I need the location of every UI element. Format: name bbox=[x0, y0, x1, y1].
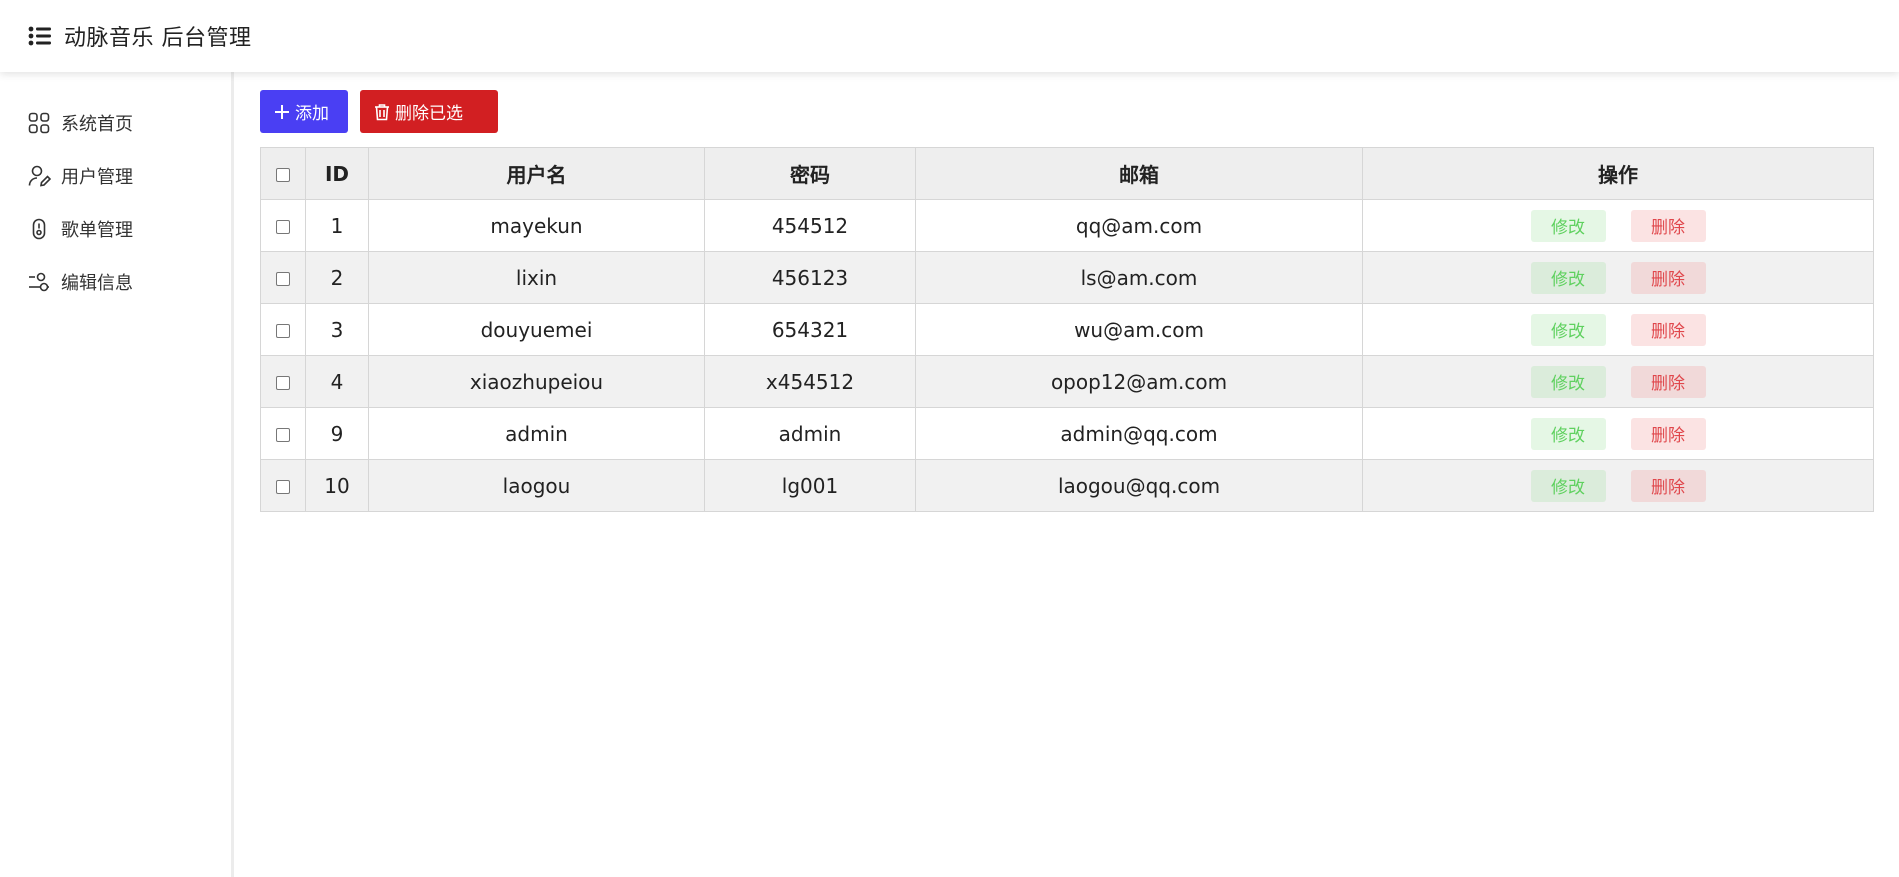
cell-actions: 修改 删除 bbox=[1362, 407, 1874, 460]
sidebar-item-label: 系统首页 bbox=[61, 113, 133, 135]
cell-email: qq@am.com bbox=[915, 199, 1363, 252]
cell-password: 654321 bbox=[704, 303, 916, 356]
plus-icon bbox=[275, 104, 289, 119]
list-menu-icon[interactable] bbox=[28, 26, 52, 46]
table-row: 4 xiaozhupeiou x454512 opop12@am.com 修改 删除 bbox=[260, 355, 1874, 408]
sidebar-item-label: 歌单管理 bbox=[61, 219, 133, 241]
cell-username: douyuemei bbox=[368, 303, 705, 356]
row-checkbox[interactable] bbox=[276, 220, 290, 234]
cell-actions: 修改 删除 bbox=[1362, 459, 1874, 512]
add-button-label: 添加 bbox=[295, 104, 329, 124]
cell-password: admin bbox=[704, 407, 916, 460]
sidebar: 系统首页 用户管理 歌单管理 编辑信息 bbox=[0, 72, 234, 877]
delete-selected-label: 删除已选 bbox=[395, 104, 463, 124]
cell-password: lg001 bbox=[704, 459, 916, 512]
sidebar-item-label: 用户管理 bbox=[61, 166, 133, 188]
cell-email: opop12@am.com bbox=[915, 355, 1363, 408]
cell-actions: 修改 删除 bbox=[1362, 199, 1874, 252]
cell-email: admin@qq.com bbox=[915, 407, 1363, 460]
delete-button[interactable]: 删除 bbox=[1630, 313, 1706, 346]
delete-selected-button[interactable]: 删除已选 bbox=[360, 90, 498, 133]
delete-button[interactable]: 删除 bbox=[1630, 209, 1706, 242]
edit-button[interactable]: 修改 bbox=[1530, 365, 1606, 398]
cell-email: laogou@qq.com bbox=[915, 459, 1363, 512]
cell-password: x454512 bbox=[704, 355, 916, 408]
row-checkbox[interactable] bbox=[276, 480, 290, 494]
delete-button[interactable]: 删除 bbox=[1630, 365, 1706, 398]
sidebar-item-edit-info[interactable]: 编辑信息 bbox=[0, 255, 231, 308]
row-select-cell[interactable] bbox=[260, 199, 306, 252]
cell-password: 456123 bbox=[704, 251, 916, 304]
mic-icon bbox=[32, 218, 46, 239]
cell-id: 4 bbox=[305, 355, 369, 408]
sliders-icon bbox=[29, 272, 49, 291]
table-row: 2 lixin 456123 ls@am.com 修改 删除 bbox=[260, 251, 1874, 304]
grid-icon bbox=[28, 112, 50, 133]
cell-actions: 修改 删除 bbox=[1362, 251, 1874, 304]
cell-username: xiaozhupeiou bbox=[368, 355, 705, 408]
header-id: ID bbox=[305, 147, 369, 200]
toolbar: 添加 删除已选 bbox=[260, 90, 1874, 133]
header-actions: 操作 bbox=[1362, 147, 1874, 200]
header-password: 密码 bbox=[704, 147, 916, 200]
delete-button[interactable]: 删除 bbox=[1630, 261, 1706, 294]
row-checkbox[interactable] bbox=[276, 324, 290, 338]
table-row: 3 douyuemei 654321 wu@am.com 修改 删除 bbox=[260, 303, 1874, 356]
add-button[interactable]: 添加 bbox=[260, 90, 348, 133]
user-edit-icon bbox=[28, 165, 51, 186]
cell-actions: 修改 删除 bbox=[1362, 303, 1874, 356]
delete-button[interactable]: 删除 bbox=[1630, 417, 1706, 450]
cell-id: 2 bbox=[305, 251, 369, 304]
sidebar-item-label: 编辑信息 bbox=[61, 272, 133, 294]
sidebar-item-users[interactable]: 用户管理 bbox=[0, 149, 231, 202]
header-email: 邮箱 bbox=[915, 147, 1363, 200]
trash-icon bbox=[375, 103, 389, 120]
cell-username: lixin bbox=[368, 251, 705, 304]
cell-username: laogou bbox=[368, 459, 705, 512]
row-checkbox[interactable] bbox=[276, 376, 290, 390]
header-select-all[interactable] bbox=[260, 147, 306, 200]
table-row: 10 laogou lg001 laogou@qq.com 修改 删除 bbox=[260, 459, 1874, 512]
cell-email: wu@am.com bbox=[915, 303, 1363, 356]
sidebar-item-home[interactable]: 系统首页 bbox=[0, 96, 231, 149]
main-content: 添加 删除已选 ID 用户名 密码 邮箱 操作 1 mayekun 454512 qq… bbox=[260, 90, 1874, 512]
table-header-row: ID 用户名 密码 邮箱 操作 bbox=[260, 147, 1874, 200]
header-username: 用户名 bbox=[368, 147, 705, 200]
cell-email: ls@am.com bbox=[915, 251, 1363, 304]
edit-button[interactable]: 修改 bbox=[1530, 417, 1606, 450]
edit-button[interactable]: 修改 bbox=[1530, 261, 1606, 294]
row-checkbox[interactable] bbox=[276, 428, 290, 442]
cell-username: mayekun bbox=[368, 199, 705, 252]
edit-button[interactable]: 修改 bbox=[1530, 469, 1606, 502]
table-row: 9 admin admin admin@qq.com 修改 删除 bbox=[260, 407, 1874, 460]
cell-id: 1 bbox=[305, 199, 369, 252]
top-header: 动脉音乐 后台管理 bbox=[0, 0, 1899, 72]
app-title: 动脉音乐 后台管理 bbox=[64, 26, 252, 51]
delete-button[interactable]: 删除 bbox=[1630, 469, 1706, 502]
cell-username: admin bbox=[368, 407, 705, 460]
select-all-checkbox[interactable] bbox=[276, 168, 290, 182]
cell-id: 9 bbox=[305, 407, 369, 460]
cell-actions: 修改 删除 bbox=[1362, 355, 1874, 408]
cell-password: 454512 bbox=[704, 199, 916, 252]
row-select-cell[interactable] bbox=[260, 459, 306, 512]
edit-button[interactable]: 修改 bbox=[1530, 313, 1606, 346]
table-row: 1 mayekun 454512 qq@am.com 修改 删除 bbox=[260, 199, 1874, 252]
cell-id: 3 bbox=[305, 303, 369, 356]
cell-id: 10 bbox=[305, 459, 369, 512]
user-table: ID 用户名 密码 邮箱 操作 1 mayekun 454512 qq@am.com 修… bbox=[260, 147, 1874, 512]
edit-button[interactable]: 修改 bbox=[1530, 209, 1606, 242]
row-checkbox[interactable] bbox=[276, 272, 290, 286]
row-select-cell[interactable] bbox=[260, 355, 306, 408]
row-select-cell[interactable] bbox=[260, 251, 306, 304]
row-select-cell[interactable] bbox=[260, 303, 306, 356]
sidebar-item-playlists[interactable]: 歌单管理 bbox=[0, 202, 231, 255]
row-select-cell[interactable] bbox=[260, 407, 306, 460]
